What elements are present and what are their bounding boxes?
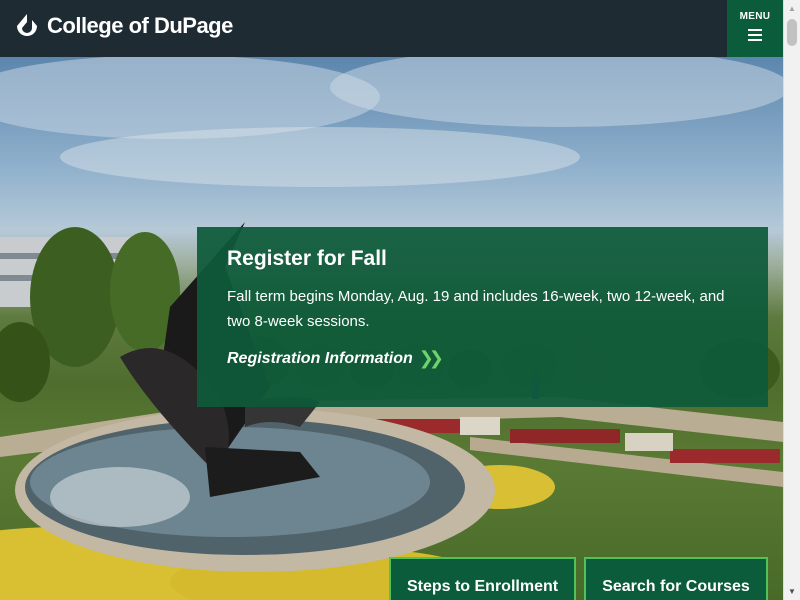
scrollbar-thumb[interactable]: [787, 19, 797, 46]
registration-link-label: Registration Information: [227, 349, 413, 367]
menu-label: MENU: [739, 11, 771, 22]
logo-text: College of DuPage: [47, 13, 233, 38]
site-logo[interactable]: College of DuPage: [14, 13, 233, 39]
steps-to-enrollment-button[interactable]: Steps to Enrollment: [389, 557, 576, 600]
double-chevron-right-icon: ❯❯: [418, 348, 444, 368]
site-header: College of DuPage MENU: [0, 0, 783, 57]
cod-logo-icon: [17, 14, 37, 36]
promo-title: Register for Fall: [227, 247, 387, 270]
promo-body: Fall term begins Monday, Aug. 19 and inc…: [227, 288, 725, 330]
registration-information-link[interactable]: Registration Information ❯❯: [227, 348, 444, 369]
hamburger-icon: [748, 29, 762, 41]
page-scrollbar[interactable]: ▲ ▼: [783, 0, 800, 600]
menu-button[interactable]: MENU: [727, 0, 783, 57]
register-promo-card: Register for Fall Fall term begins Monda…: [197, 227, 768, 407]
search-for-courses-button[interactable]: Search for Courses: [584, 557, 768, 600]
scroll-up-arrow-icon[interactable]: ▲: [784, 0, 800, 17]
hero-banner: Register for Fall Fall term begins Monda…: [0, 57, 783, 600]
scroll-down-arrow-icon[interactable]: ▼: [784, 583, 800, 600]
